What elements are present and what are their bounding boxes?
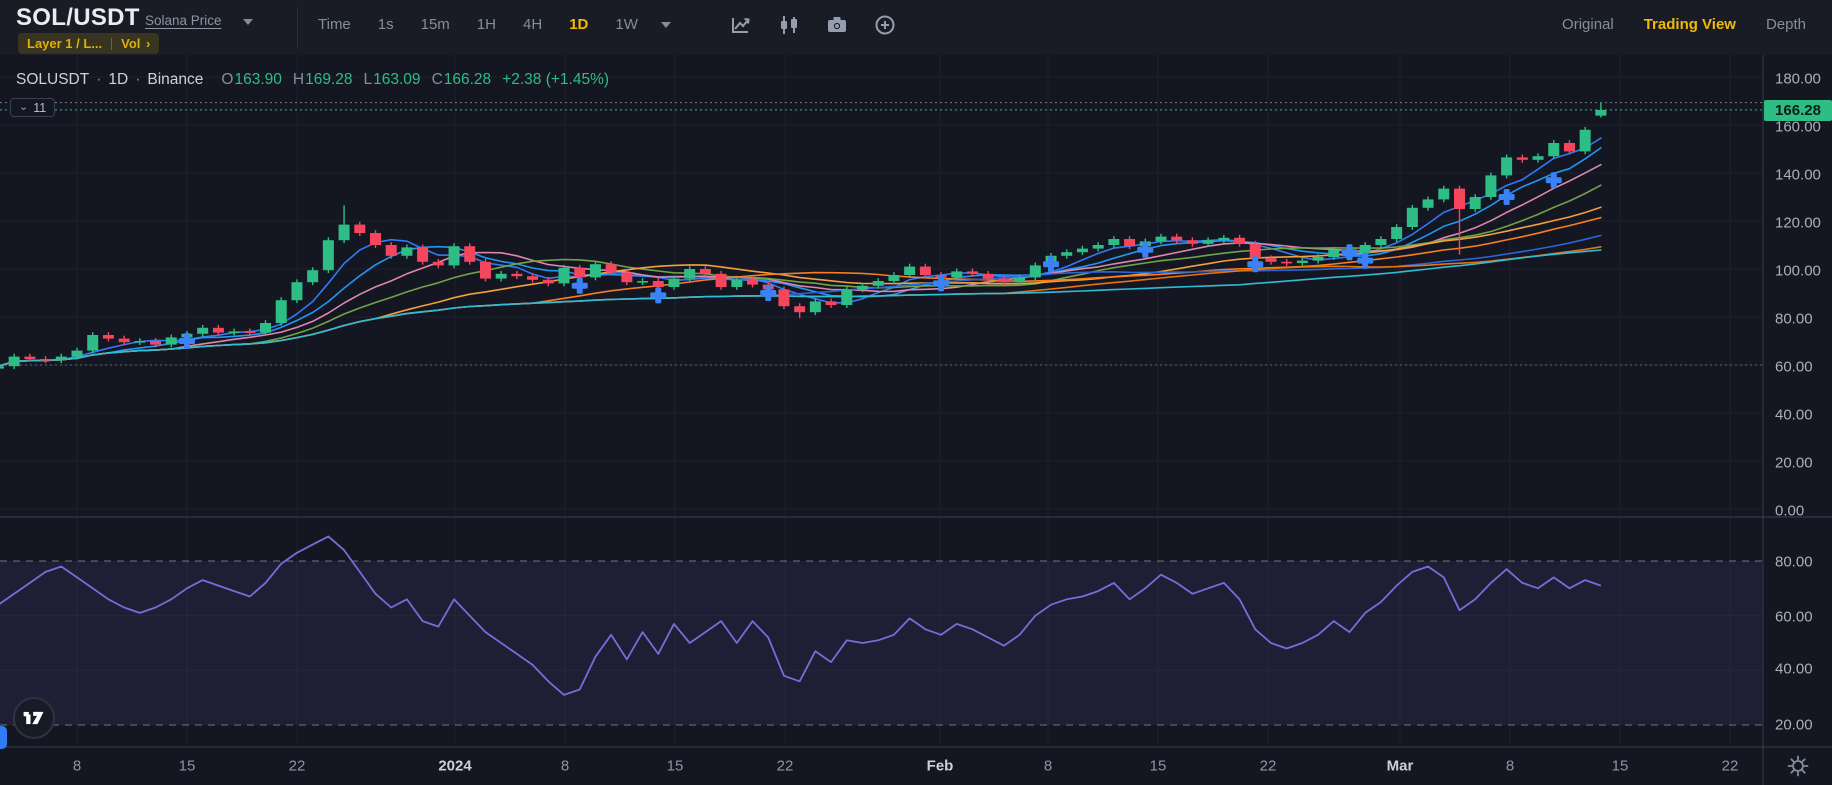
timeframe-15m[interactable]: 15m [421, 16, 450, 33]
view-tab-depth[interactable]: Depth [1766, 16, 1806, 33]
indicators-collapse-button[interactable]: ⌄ 11 [10, 98, 55, 117]
price-tick-40.00: 40.00 [1775, 661, 1813, 678]
chart-tools [730, 14, 896, 36]
badge-divider [111, 38, 112, 50]
timeframe-1d[interactable]: 1D [569, 16, 588, 33]
symbol-dropdown-caret-icon[interactable] [243, 19, 253, 25]
price-tick-0.00: 0.00 [1775, 503, 1804, 520]
timeframe-1w[interactable]: 1W [615, 16, 638, 33]
price-tick-60.00: 60.00 [1775, 359, 1813, 376]
timeframe-time[interactable]: Time [318, 16, 351, 33]
time-tick-Feb: Feb [927, 758, 954, 775]
time-tick-15: 15 [1612, 758, 1629, 775]
camera-icon[interactable] [826, 14, 848, 36]
trading-chart-app: SOL/USDT Solana Price Layer 1 / L... Vol… [0, 0, 1832, 785]
chevron-down-icon: ⌄ [19, 100, 28, 113]
view-tab-trading-view[interactable]: Trading View [1644, 16, 1736, 33]
view-tabs: Original Trading View Depth [1562, 0, 1806, 49]
price-tick-160.00: 160.00 [1775, 119, 1821, 136]
vol-badge-label[interactable]: Vol › [121, 36, 150, 51]
price-tick-140.00: 140.00 [1775, 167, 1821, 184]
timeframe-toolbar: Time 1s 15m 1H 4H 1D 1W [318, 0, 896, 49]
symbol-info-link[interactable]: Solana Price [145, 13, 222, 28]
symbol-title: SOL/USDT [16, 4, 140, 32]
category-badge-label[interactable]: Layer 1 / L... [27, 36, 102, 51]
time-tick-22: 22 [289, 758, 306, 775]
time-tick-15: 15 [1150, 758, 1167, 775]
time-tick-15: 15 [667, 758, 684, 775]
change-value: +2.38 (+1.45%) [502, 71, 609, 89]
price-tick-120.00: 120.00 [1775, 215, 1821, 232]
current-price-badge: 166.28 [1764, 100, 1832, 121]
open-value: 163.90 [234, 71, 281, 89]
scroll-to-start-handle[interactable] [0, 726, 7, 749]
price-chart-canvas[interactable] [0, 0, 1832, 785]
time-tick-22: 22 [1722, 758, 1739, 775]
chart-header: SOL/USDT Solana Price Layer 1 / L... Vol… [0, 0, 1832, 55]
timeframe-4h[interactable]: 4H [523, 16, 542, 33]
time-tick-2024: 2024 [438, 758, 471, 775]
timeframe-1s[interactable]: 1s [378, 16, 394, 33]
timeframe-1h[interactable]: 1H [477, 16, 496, 33]
chevron-right-icon: › [146, 36, 150, 51]
price-tick-180.00: 180.00 [1775, 71, 1821, 88]
header-divider [297, 7, 298, 48]
price-tick-20.00: 20.00 [1775, 455, 1813, 472]
ohlc-legend: SOLUSDT · 1D · Binance O163.90 H169.28 L… [16, 71, 609, 89]
time-tick-8: 8 [1044, 758, 1052, 775]
price-tick-80.00: 80.00 [1775, 554, 1813, 571]
price-tick-80.00: 80.00 [1775, 311, 1813, 328]
timeframe-dropdown-caret-icon[interactable] [661, 22, 671, 28]
price-tick-20.00: 20.00 [1775, 717, 1813, 734]
high-value: 169.28 [305, 71, 352, 89]
price-tick-100.00: 100.00 [1775, 263, 1821, 280]
time-tick-22: 22 [777, 758, 794, 775]
add-indicator-icon[interactable] [874, 14, 896, 36]
tradingview-logo[interactable] [13, 697, 55, 739]
candlestick-icon[interactable] [778, 14, 800, 36]
time-tick-Mar: Mar [1387, 758, 1414, 775]
time-tick-8: 8 [73, 758, 81, 775]
legend-symbol: SOLUSDT [16, 71, 89, 89]
price-tick-60.00: 60.00 [1775, 609, 1813, 626]
settings-icon[interactable] [1786, 754, 1810, 778]
time-tick-15: 15 [179, 758, 196, 775]
line-chart-icon[interactable] [730, 14, 752, 36]
time-tick-8: 8 [561, 758, 569, 775]
category-vol-badge[interactable]: Layer 1 / L... Vol › [18, 33, 159, 54]
view-tab-original[interactable]: Original [1562, 16, 1614, 33]
tradingview-glyph-icon [21, 707, 47, 729]
time-tick-22: 22 [1260, 758, 1277, 775]
indicators-count: 11 [33, 101, 46, 115]
close-value: 166.28 [444, 71, 491, 89]
price-tick-40.00: 40.00 [1775, 407, 1813, 424]
low-value: 163.09 [373, 71, 420, 89]
legend-exchange: Binance [147, 71, 203, 89]
legend-interval: 1D [108, 71, 128, 89]
time-tick-8: 8 [1506, 758, 1514, 775]
